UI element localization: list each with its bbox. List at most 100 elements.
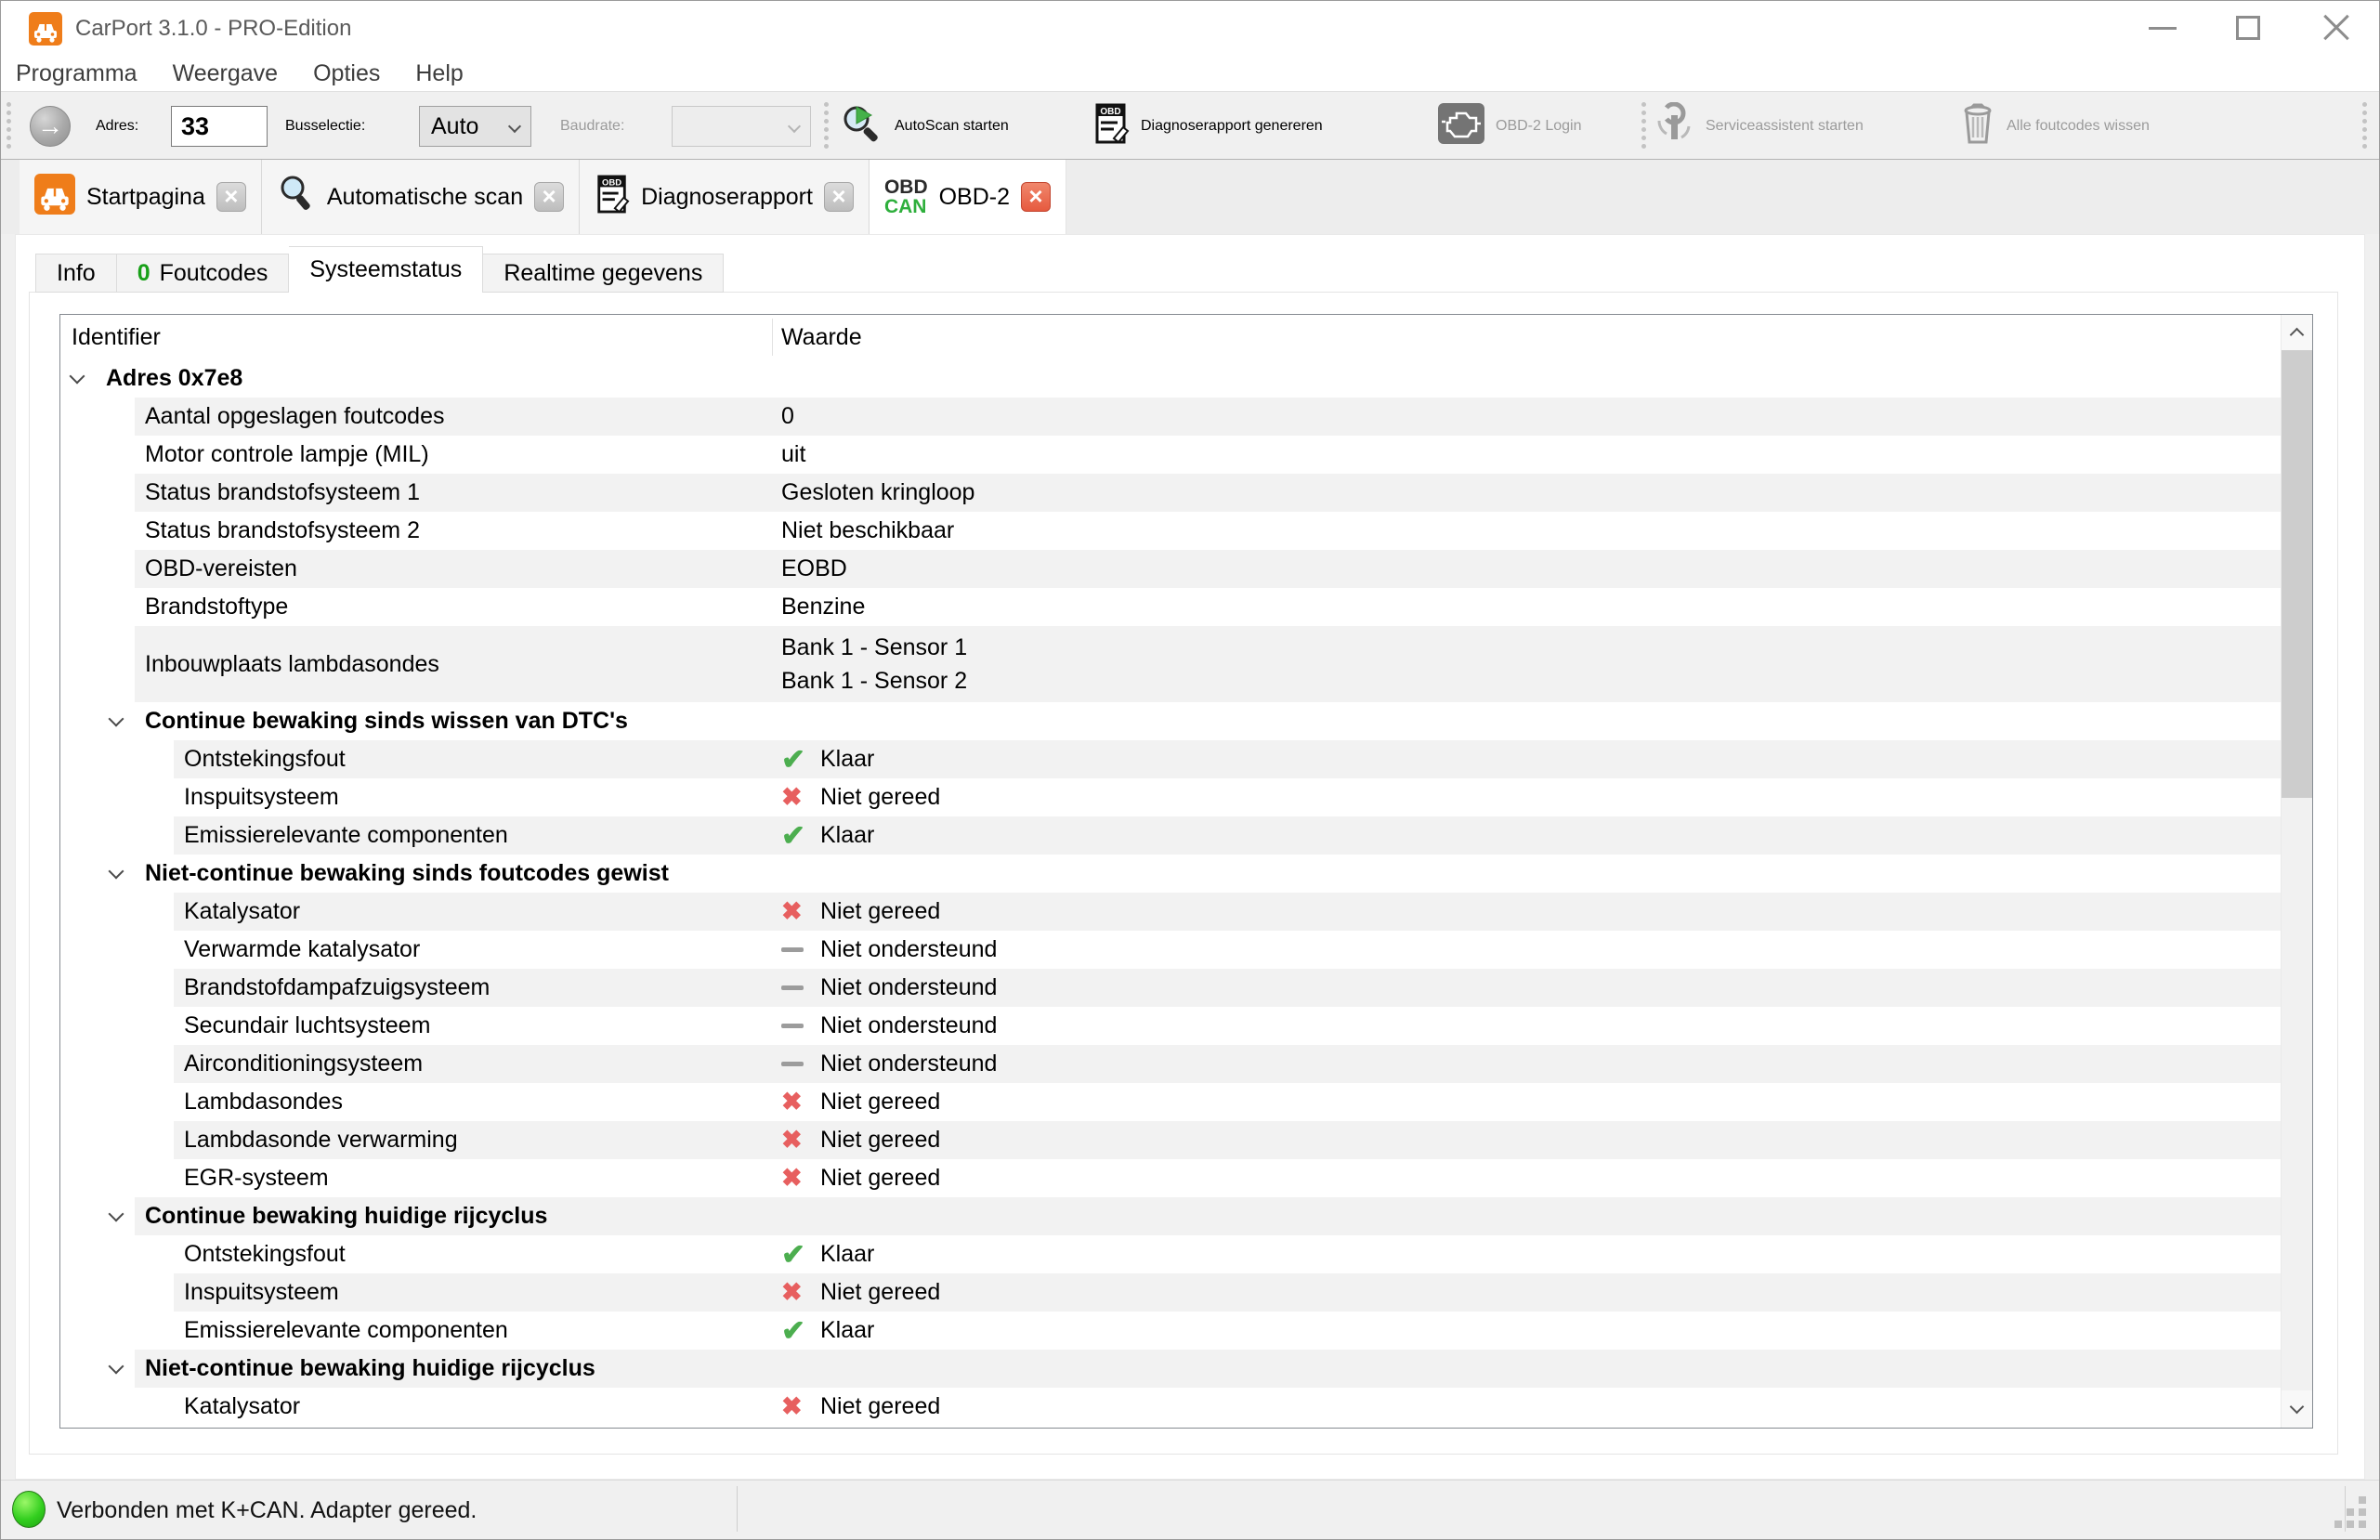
table-header: Identifier Waarde — [60, 315, 2281, 359]
collapse-chevron-icon[interactable] — [108, 711, 124, 726]
tab-diagnoserapport[interactable]: OBD Diagnoserapport × — [580, 160, 870, 234]
tree-item-row[interactable]: Aantal opgeslagen foutcodes 0 — [60, 398, 2281, 436]
tree-item-row[interactable]: Brandstoftype Benzine — [60, 588, 2281, 626]
cross-icon: ✖ — [781, 1164, 803, 1192]
resize-grip[interactable] — [2359, 1496, 2366, 1504]
busselectie-select[interactable]: Auto — [419, 106, 531, 147]
title-bar[interactable]: CarPort 3.1.0 - PRO-Edition — [1, 1, 2379, 56]
maximize-button[interactable] — [2216, 1, 2281, 56]
dash-icon — [781, 1024, 820, 1028]
row-value: Gesloten kringloop — [781, 479, 975, 505]
menu-weergave[interactable]: Weergave — [173, 60, 279, 87]
scroll-down-button[interactable] — [2282, 1390, 2312, 1428]
tree-item-row[interactable]: Lambdasondes ✖ Niet gereed — [60, 1083, 2281, 1121]
menu-help[interactable]: Help — [415, 60, 463, 87]
row-value: EOBD — [781, 555, 847, 581]
tree-item-row[interactable]: Katalysator ✖ Niet gereed — [60, 893, 2281, 931]
subtab-foutcodes[interactable]: 0 Foutcodes — [116, 254, 290, 293]
collapse-chevron-icon[interactable] — [108, 1206, 124, 1221]
carport-window: CarPort 3.1.0 - PRO-Edition Programma Wee… — [0, 0, 2380, 1540]
tree-item-row[interactable]: Ontstekingsfout ✔ Klaar — [60, 740, 2281, 778]
menu-programma[interactable]: Programma — [16, 60, 137, 87]
tree-item-row[interactable]: Inspuitsysteem ✖ Niet gereed — [60, 1273, 2281, 1312]
chevron-down-icon — [787, 119, 802, 134]
column-divider[interactable] — [772, 319, 773, 356]
obd2-login-label: OBD-2 Login — [1496, 117, 1582, 134]
toolbar-gripper[interactable] — [2362, 102, 2367, 149]
row-label: Status brandstofsysteem 1 — [145, 479, 420, 505]
clear-faultcodes-button[interactable]: Alle foutcodes wissen — [1960, 93, 2150, 159]
tree-item-row[interactable]: Inbouwplaats lambdasondes Bank 1 - Sensor… — [60, 626, 2281, 702]
close-button[interactable] — [2303, 1, 2368, 56]
tree-item-row[interactable]: EGR-systeem ✖ Niet gereed — [60, 1159, 2281, 1197]
toolbar-gripper[interactable] — [7, 102, 11, 149]
subtab-label: Info — [57, 259, 96, 286]
tree-item-row[interactable]: Secundair luchtsysteem Niet ondersteund — [60, 1007, 2281, 1045]
row-label: Emissierelevante componenten — [184, 822, 508, 848]
tree-group-row[interactable]: Continue bewaking huidige rijcyclus — [60, 1197, 2281, 1235]
service-assistant-button[interactable]: Serviceassistent starten — [1654, 93, 1863, 159]
row-value: uit — [781, 441, 806, 467]
collapse-chevron-icon[interactable] — [108, 1358, 124, 1374]
menu-opties[interactable]: Opties — [313, 60, 380, 87]
autoscan-button[interactable]: AutoScan starten — [841, 93, 1009, 159]
toolbar-gripper[interactable] — [824, 102, 829, 149]
resize-grip[interactable] — [2347, 1508, 2354, 1516]
maximize-icon — [2236, 16, 2260, 40]
scrollbar-thumb[interactable] — [2282, 350, 2312, 798]
row-label: Continue bewaking huidige rijcyclus — [145, 1203, 548, 1229]
adres-input[interactable] — [171, 106, 268, 147]
tab-obd-2[interactable]: OBD CAN OBD-2 × — [869, 160, 1067, 234]
tree-group-row[interactable]: Continue bewaking sinds wissen van DTC's — [60, 702, 2281, 740]
obd2-login-button[interactable]: OBD-2 Login — [1438, 93, 1582, 159]
tree-item-row[interactable]: Status brandstofsysteem 1 Gesloten kringl… — [60, 474, 2281, 512]
tree-group-row[interactable]: Niet-continue bewaking sinds foutcodes g… — [60, 855, 2281, 893]
close-tab-icon[interactable]: × — [823, 182, 854, 212]
tab-startpagina[interactable]: Startpagina × — [20, 160, 262, 234]
tree-item-row[interactable]: Ontstekingsfout ✔ Klaar — [60, 1235, 2281, 1273]
tree-item-row[interactable]: OBD-vereisten EOBD — [60, 550, 2281, 588]
tree-item-row[interactable]: Emissierelevante componenten ✔ Klaar — [60, 1312, 2281, 1350]
column-header-identifier[interactable]: Identifier — [72, 315, 161, 359]
close-tab-icon[interactable]: × — [534, 182, 565, 212]
table-rows: Adres 0x7e8 Aantal opgeslagen foutcodes 0 M… — [60, 359, 2281, 1428]
row-value: Niet ondersteund — [781, 931, 997, 969]
resize-grip[interactable] — [2359, 1508, 2366, 1516]
collapse-chevron-icon[interactable] — [69, 368, 85, 384]
tree-item-row[interactable]: Inspuitsysteem ✖ Niet gereed — [60, 778, 2281, 816]
tab-automatische-scan[interactable]: Automatische scan × — [261, 160, 581, 234]
column-header-waarde[interactable]: Waarde — [781, 315, 862, 359]
vertical-scrollbar[interactable] — [2281, 315, 2312, 1428]
tree-item-row[interactable]: Lambdasonde verwarming ✖ Niet gereed — [60, 1121, 2281, 1159]
toolbar-gripper[interactable] — [1641, 102, 1646, 149]
close-tab-icon[interactable]: × — [216, 182, 246, 212]
tree-item-row[interactable]: Motor controle lampje (MIL) uit — [60, 436, 2281, 474]
row-stripe — [135, 474, 2281, 512]
scroll-up-button[interactable] — [2282, 315, 2312, 352]
connect-arrow-button[interactable]: → — [30, 106, 71, 147]
diagnose-report-button[interactable]: OBD Diagnoserapport genereren — [1092, 93, 1323, 159]
resize-grip[interactable] — [2347, 1520, 2354, 1528]
tree-item-row[interactable]: Airconditioningsysteem Niet ondersteund — [60, 1045, 2281, 1083]
row-value: ✖ Niet gereed — [781, 1164, 941, 1192]
tree-item-row[interactable]: Brandstofdampafzuigsysteem Niet ondersteu… — [60, 969, 2281, 1007]
tree-group-row[interactable]: Adres 0x7e8 — [60, 359, 2281, 398]
subtab-realtime-gegevens[interactable]: Realtime gegevens — [483, 254, 725, 293]
row-stripe — [174, 1273, 2281, 1312]
close-tab-icon[interactable]: × — [1021, 182, 1052, 212]
row-label: Inspuitsysteem — [184, 784, 339, 810]
tree-item-row[interactable]: Katalysator ✖ Niet gereed — [60, 1388, 2281, 1426]
tree-item-row[interactable]: Emissierelevante componenten ✔ Klaar — [60, 816, 2281, 855]
tree-item-row[interactable]: Status brandstofsysteem 2 Niet beschikbaa… — [60, 512, 2281, 550]
collapse-chevron-icon[interactable] — [108, 863, 124, 879]
tree-group-row[interactable]: Niet-continue bewaking huidige rijcyclus — [60, 1350, 2281, 1388]
tree-item-row[interactable]: Verwarmde katalysator Niet ondersteund — [60, 931, 2281, 969]
subtab-systeemstatus[interactable]: Systeemstatus — [289, 246, 484, 293]
adres-label: Adres: — [96, 118, 139, 134]
resize-grip[interactable] — [2359, 1520, 2366, 1528]
resize-grip[interactable] — [2334, 1520, 2342, 1528]
service-assistant-label: Serviceassistent starten — [1706, 117, 1863, 134]
statusbar-divider — [2345, 1486, 2346, 1532]
minimize-button[interactable] — [2130, 1, 2195, 56]
subtab-info[interactable]: Info — [35, 254, 117, 293]
